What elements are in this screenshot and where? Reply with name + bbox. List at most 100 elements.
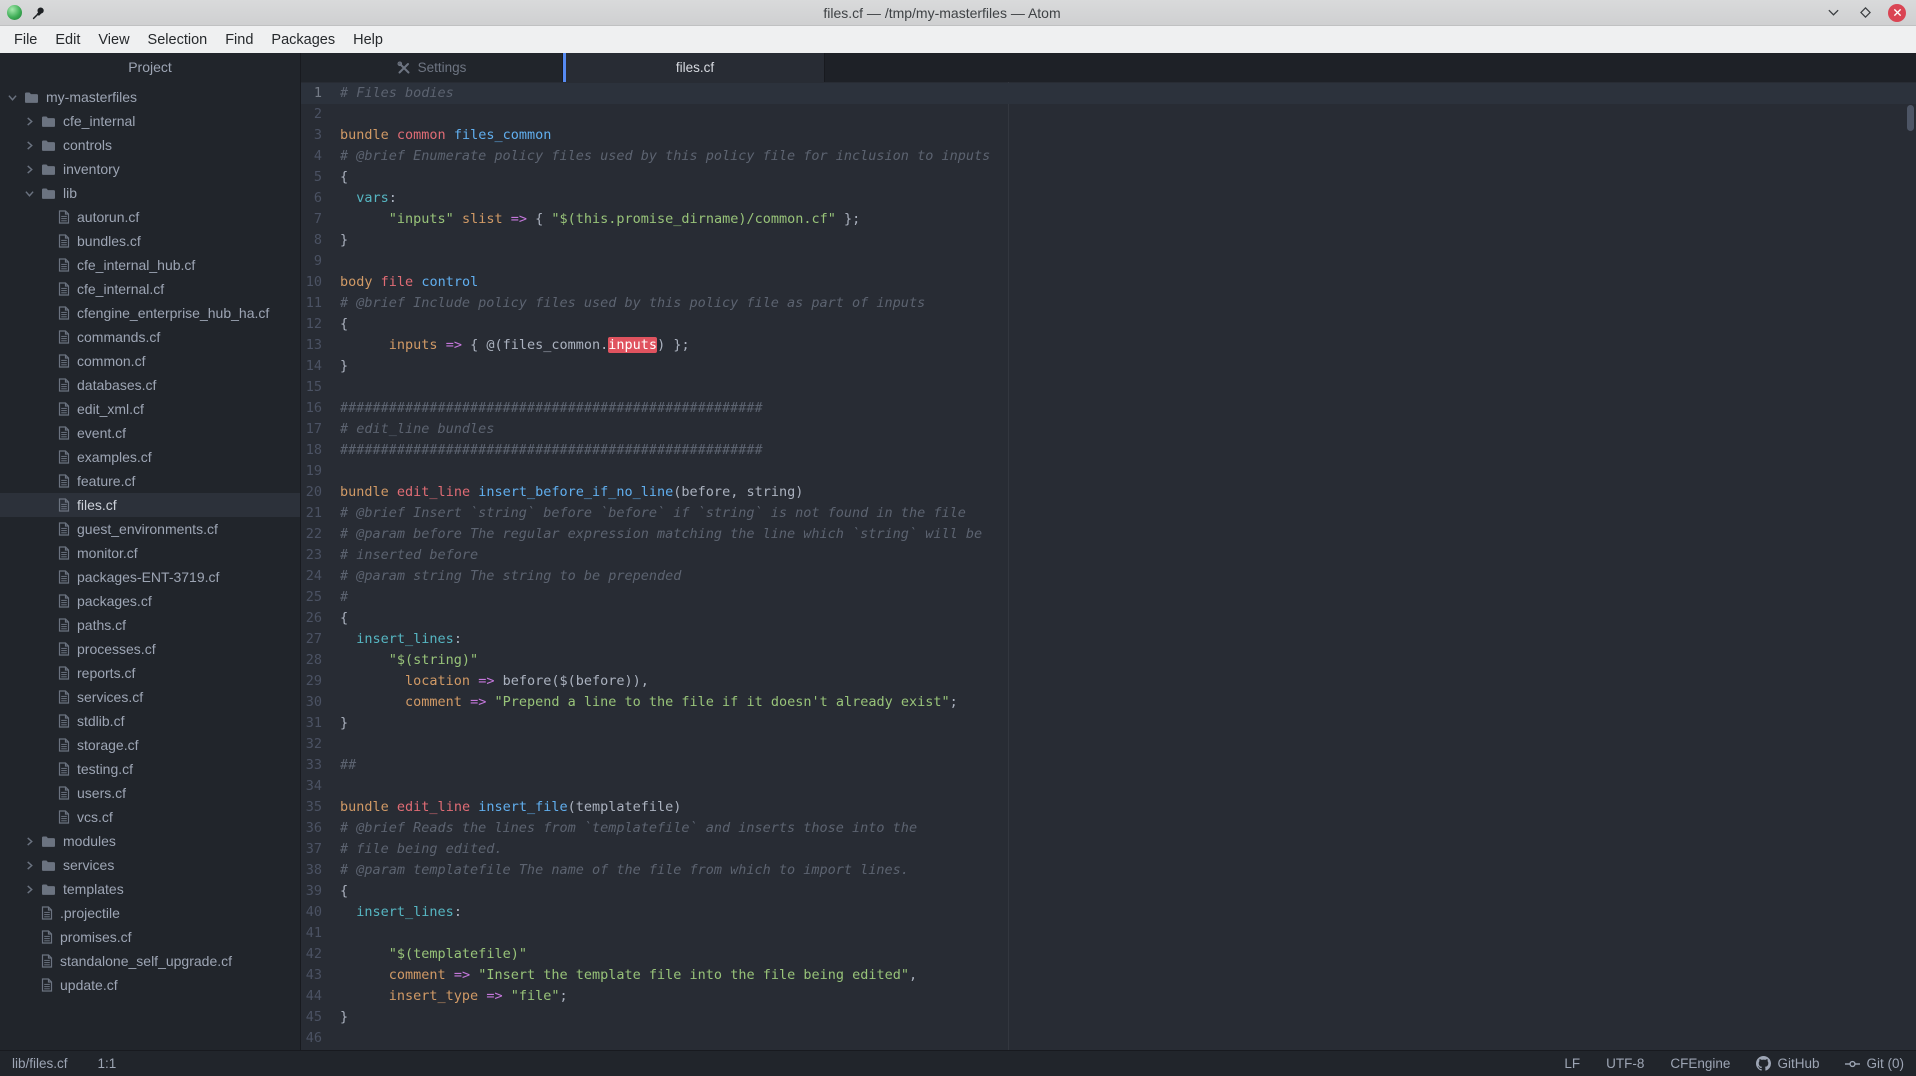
- chevron-right-icon[interactable]: [25, 165, 41, 174]
- chevron-down-icon[interactable]: [8, 93, 24, 102]
- menu-item-file[interactable]: File: [5, 28, 46, 52]
- tree-file-stdlib-cf[interactable]: stdlib.cf: [0, 709, 300, 733]
- code-line-16[interactable]: 16######################################…: [301, 398, 1916, 419]
- tree-file-cfengine-enterprise-hub-ha-cf[interactable]: cfengine_enterprise_hub_ha.cf: [0, 301, 300, 325]
- code-line-17[interactable]: 17# edit_line bundles: [301, 419, 1916, 440]
- vertical-scrollbar-thumb[interactable]: [1907, 105, 1914, 131]
- chevron-right-icon[interactable]: [25, 837, 41, 846]
- window-maximize-button[interactable]: [1856, 4, 1874, 22]
- code-line-36[interactable]: 36# @brief Reads the lines from `templat…: [301, 818, 1916, 839]
- code-line-21[interactable]: 21# @brief Insert `string` before `befor…: [301, 503, 1916, 524]
- menu-item-packages[interactable]: Packages: [262, 28, 344, 52]
- chevron-down-icon[interactable]: [25, 189, 41, 198]
- code-line-43[interactable]: 43 comment => "Insert the template file …: [301, 965, 1916, 986]
- status-github[interactable]: GitHub: [1756, 1056, 1819, 1071]
- tree-file-reports-cf[interactable]: reports.cf: [0, 661, 300, 685]
- tree-folder-services[interactable]: services: [0, 853, 300, 877]
- text-editor[interactable]: 1# Files bodies23bundle common files_com…: [301, 82, 1916, 1050]
- tree-file-storage-cf[interactable]: storage.cf: [0, 733, 300, 757]
- menu-item-find[interactable]: Find: [216, 28, 262, 52]
- code-line-30[interactable]: 30 comment => "Prepend a line to the fil…: [301, 692, 1916, 713]
- status-git-0-[interactable]: Git (0): [1845, 1056, 1904, 1071]
- code-line-5[interactable]: 5{: [301, 167, 1916, 188]
- code-line-8[interactable]: 8}: [301, 230, 1916, 251]
- tree-file-promises-cf[interactable]: promises.cf: [0, 925, 300, 949]
- tree-folder-inventory[interactable]: inventory: [0, 157, 300, 181]
- tree-folder-modules[interactable]: modules: [0, 829, 300, 853]
- code-line-10[interactable]: 10body file control: [301, 272, 1916, 293]
- code-line-4[interactable]: 4# @brief Enumerate policy files used by…: [301, 146, 1916, 167]
- code-line-40[interactable]: 40 insert_lines:: [301, 902, 1916, 923]
- tree-folder-my-masterfiles[interactable]: my-masterfiles: [0, 85, 300, 109]
- code-line-18[interactable]: 18######################################…: [301, 440, 1916, 461]
- code-line-22[interactable]: 22# @param before The regular expression…: [301, 524, 1916, 545]
- code-line-9[interactable]: 9: [301, 251, 1916, 272]
- code-line-29[interactable]: 29 location => before($(before)),: [301, 671, 1916, 692]
- code-line-45[interactable]: 45}: [301, 1007, 1916, 1028]
- code-line-11[interactable]: 11# @brief Include policy files used by …: [301, 293, 1916, 314]
- code-line-34[interactable]: 34: [301, 776, 1916, 797]
- tree-file-standalone-self-upgrade-cf[interactable]: standalone_self_upgrade.cf: [0, 949, 300, 973]
- tree-file-commands-cf[interactable]: commands.cf: [0, 325, 300, 349]
- tree-file-feature-cf[interactable]: feature.cf: [0, 469, 300, 493]
- code-line-3[interactable]: 3bundle common files_common: [301, 125, 1916, 146]
- tree-file-cfe-internal-hub-cf[interactable]: cfe_internal_hub.cf: [0, 253, 300, 277]
- tab-settings[interactable]: Settings: [301, 53, 563, 82]
- tree-file-event-cf[interactable]: event.cf: [0, 421, 300, 445]
- tree-file-packages-ent-3719-cf[interactable]: packages-ENT-3719.cf: [0, 565, 300, 589]
- tree-folder-controls[interactable]: controls: [0, 133, 300, 157]
- code-line-42[interactable]: 42 "$(templatefile)": [301, 944, 1916, 965]
- status-lib-files-cf[interactable]: lib/files.cf: [12, 1056, 68, 1071]
- code-line-15[interactable]: 15: [301, 377, 1916, 398]
- code-line-19[interactable]: 19: [301, 461, 1916, 482]
- code-line-37[interactable]: 37# file being edited.: [301, 839, 1916, 860]
- code-line-23[interactable]: 23# inserted before: [301, 545, 1916, 566]
- status-lf[interactable]: LF: [1564, 1056, 1580, 1071]
- tree-file-files-cf[interactable]: files.cf: [0, 493, 300, 517]
- menu-item-view[interactable]: View: [89, 28, 138, 52]
- code-line-35[interactable]: 35bundle edit_line insert_file(templatef…: [301, 797, 1916, 818]
- pin-icon[interactable]: [32, 6, 46, 20]
- code-line-32[interactable]: 32: [301, 734, 1916, 755]
- window-close-button[interactable]: [1888, 4, 1906, 22]
- tree-folder-lib[interactable]: lib: [0, 181, 300, 205]
- tree-folder-templates[interactable]: templates: [0, 877, 300, 901]
- code-line-24[interactable]: 24# @param string The string to be prepe…: [301, 566, 1916, 587]
- chevron-right-icon[interactable]: [25, 861, 41, 870]
- code-line-26[interactable]: 26{: [301, 608, 1916, 629]
- code-line-39[interactable]: 39{: [301, 881, 1916, 902]
- code-line-20[interactable]: 20bundle edit_line insert_before_if_no_l…: [301, 482, 1916, 503]
- tree-file-services-cf[interactable]: services.cf: [0, 685, 300, 709]
- chevron-right-icon[interactable]: [25, 117, 41, 126]
- status-utf-8[interactable]: UTF-8: [1606, 1056, 1644, 1071]
- tree-file-packages-cf[interactable]: packages.cf: [0, 589, 300, 613]
- code-line-12[interactable]: 12{: [301, 314, 1916, 335]
- code-line-27[interactable]: 27 insert_lines:: [301, 629, 1916, 650]
- menu-item-selection[interactable]: Selection: [139, 28, 217, 52]
- menu-item-edit[interactable]: Edit: [46, 28, 89, 52]
- code-line-2[interactable]: 2: [301, 104, 1916, 125]
- tree-file-edit-xml-cf[interactable]: edit_xml.cf: [0, 397, 300, 421]
- tree-file--projectile[interactable]: .projectile: [0, 901, 300, 925]
- tab-files-cf[interactable]: files.cf: [563, 53, 825, 82]
- tree-file-common-cf[interactable]: common.cf: [0, 349, 300, 373]
- tree-file-testing-cf[interactable]: testing.cf: [0, 757, 300, 781]
- window-minimize-button[interactable]: [1824, 4, 1842, 22]
- tree-file-users-cf[interactable]: users.cf: [0, 781, 300, 805]
- tree-file-monitor-cf[interactable]: monitor.cf: [0, 541, 300, 565]
- code-line-6[interactable]: 6 vars:: [301, 188, 1916, 209]
- chevron-right-icon[interactable]: [25, 141, 41, 150]
- code-line-25[interactable]: 25#: [301, 587, 1916, 608]
- tree-file-paths-cf[interactable]: paths.cf: [0, 613, 300, 637]
- chevron-right-icon[interactable]: [25, 885, 41, 894]
- tree-file-update-cf[interactable]: update.cf: [0, 973, 300, 997]
- code-line-46[interactable]: 46: [301, 1028, 1916, 1049]
- code-line-13[interactable]: 13 inputs => { @(files_common.inputs) };: [301, 335, 1916, 356]
- code-line-44[interactable]: 44 insert_type => "file";: [301, 986, 1916, 1007]
- code-line-7[interactable]: 7 "inputs" slist => { "$(this.promise_di…: [301, 209, 1916, 230]
- tree-file-databases-cf[interactable]: databases.cf: [0, 373, 300, 397]
- code-line-14[interactable]: 14}: [301, 356, 1916, 377]
- code-line-38[interactable]: 38# @param templatefile The name of the …: [301, 860, 1916, 881]
- tree-file-guest-environments-cf[interactable]: guest_environments.cf: [0, 517, 300, 541]
- status-1-1[interactable]: 1:1: [98, 1056, 117, 1071]
